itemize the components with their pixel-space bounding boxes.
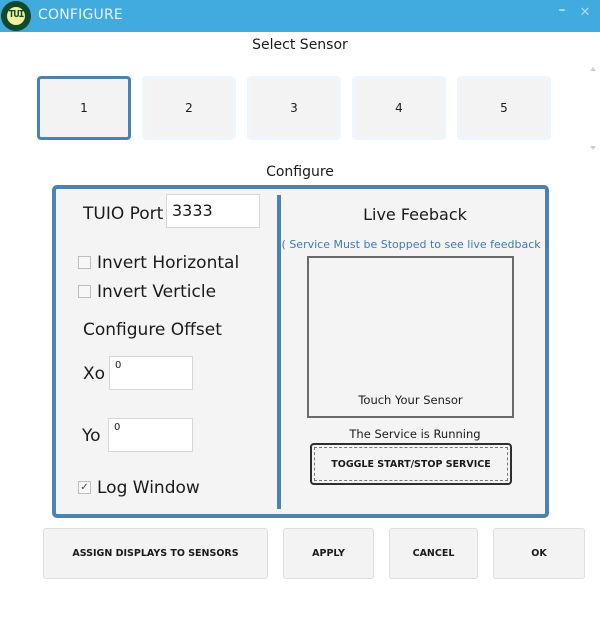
title-bar: TUI CONFIGURE – ✕ (0, 0, 600, 32)
log-window-label: Log Window (97, 478, 200, 498)
yo-input[interactable]: 0 (108, 418, 193, 452)
apply-button[interactable]: APPLY (283, 528, 374, 579)
sensor-button-1[interactable]: 1 (37, 76, 131, 140)
xo-label: Xo (83, 364, 106, 384)
log-window-checkbox[interactable]: ✓ (78, 481, 91, 494)
toggle-service-label: TOGGLE START/STOP SERVICE (331, 458, 491, 470)
invert-horizontal-label: Invert Horizontal (97, 253, 240, 273)
tuio-port-label: TUIO Port (83, 204, 164, 224)
live-feedback-note: ( Service Must be Stopped to see live fe… (281, 238, 549, 251)
live-feedback-title: Live Feeback (363, 205, 467, 224)
sensor-button-5[interactable]: 5 (457, 76, 551, 140)
toggle-service-button[interactable]: TOGGLE START/STOP SERVICE (310, 443, 512, 485)
close-button[interactable]: ✕ (575, 5, 595, 20)
xo-input[interactable]: 0 (109, 356, 193, 390)
live-feedback-area[interactable]: Touch Your Sensor (307, 256, 514, 418)
assign-displays-button[interactable]: ASSIGN DISPLAYS TO SENSORS (43, 528, 268, 579)
invert-verticle-label: Invert Verticle (97, 282, 217, 302)
sensor-button-3[interactable]: 3 (247, 76, 341, 140)
app-logo-icon: TUI (1, 1, 31, 31)
cancel-button[interactable]: CANCEL (389, 528, 478, 579)
select-sensor-label: Select Sensor (252, 37, 348, 53)
ok-button[interactable]: OK (493, 528, 585, 579)
sensor-button-4[interactable]: 4 (352, 76, 446, 140)
logo-text: TUI (8, 9, 24, 20)
configure-panel: TUIO Port 3333 Invert Horizontal Invert … (52, 185, 549, 518)
sensor-button-2[interactable]: 2 (142, 76, 236, 140)
yo-label: Yo (82, 426, 101, 446)
configure-label: Configure (266, 164, 334, 180)
configure-offset-label: Configure Offset (83, 320, 222, 340)
tuio-port-input[interactable]: 3333 (166, 194, 260, 228)
scroll-up-arrow-icon[interactable] (590, 67, 596, 71)
minimize-button[interactable]: – (552, 2, 572, 18)
invert-verticle-checkbox[interactable] (78, 285, 91, 298)
touch-prompt: Touch Your Sensor (358, 393, 463, 407)
invert-horizontal-checkbox[interactable] (78, 256, 91, 269)
scroll-down-arrow-icon[interactable] (590, 146, 596, 150)
window-title: CONFIGURE (38, 7, 123, 23)
service-status-text: The Service is Running (349, 427, 481, 441)
